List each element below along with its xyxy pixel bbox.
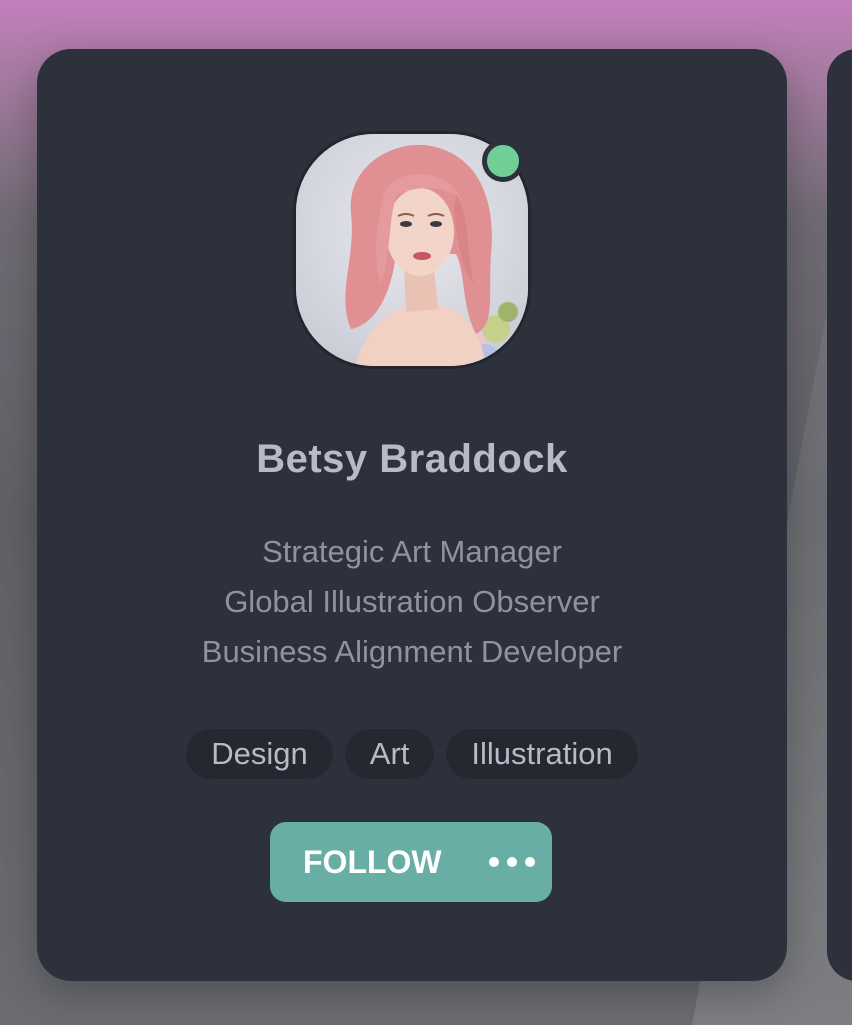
tag-illustration[interactable]: Illustration [446, 729, 638, 779]
dot [507, 857, 517, 867]
action-button-group: FOLLOW [270, 822, 552, 902]
role-line: Strategic Art Manager [262, 534, 562, 569]
profile-roles: Strategic Art Manager Global Illustratio… [37, 527, 787, 677]
dot [489, 857, 499, 867]
tag-design[interactable]: Design [186, 729, 333, 779]
more-dots-icon[interactable] [489, 847, 535, 877]
follow-button[interactable]: FOLLOW [270, 844, 473, 881]
avatar-container [293, 131, 531, 369]
profile-card: Betsy Braddock Strategic Art Manager Glo… [37, 49, 787, 981]
profile-name: Betsy Braddock [256, 437, 568, 481]
online-status-indicator [483, 141, 523, 181]
role-line: Business Alignment Developer [201, 634, 623, 669]
tag-art[interactable]: Art [344, 729, 435, 779]
role-line: Global Illustration Observer [224, 584, 600, 619]
tag-list: Design Art Illustration [37, 729, 787, 779]
next-profile-card[interactable] [827, 49, 852, 981]
dot [525, 857, 535, 867]
